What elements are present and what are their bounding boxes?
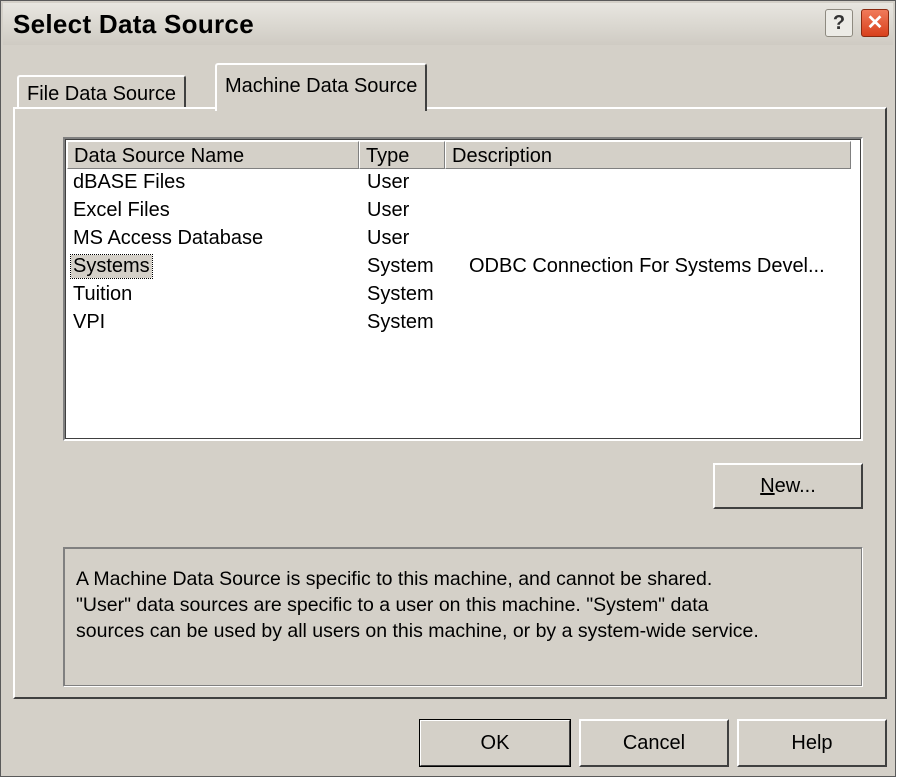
data-source-description: ODBC Connection For Systems Devel...	[469, 255, 825, 277]
help-question-icon[interactable]: ?	[825, 9, 853, 37]
cancel-button[interactable]: Cancel	[579, 719, 729, 767]
column-header-data-source-name[interactable]: Data Source Name	[67, 141, 359, 169]
data-source-name: Tuition	[73, 283, 133, 305]
data-source-type: User	[367, 227, 410, 249]
explanation-box: A Machine Data Source is specific to thi…	[63, 547, 863, 687]
data-source-type: System	[367, 283, 434, 305]
new-button[interactable]: New...	[713, 463, 863, 509]
new-button-mnemonic: N	[760, 475, 775, 497]
help-button[interactable]: Help	[737, 719, 887, 767]
title-bar[interactable]: Select Data Source ? ✕	[3, 3, 893, 45]
list-item[interactable]: VPI System	[67, 311, 857, 339]
list-item[interactable]: Excel Files User	[67, 199, 857, 227]
close-icon[interactable]: ✕	[861, 9, 889, 37]
explanation-line: sources can be used by all users on this…	[76, 620, 759, 642]
tab-file-data-source[interactable]: File Data Source	[17, 75, 186, 107]
explanation-line: "User" data sources are specific to a us…	[76, 594, 709, 616]
list-item-selected[interactable]: Systems System ODBC Connection For Syste…	[67, 254, 857, 283]
data-source-type: System	[367, 255, 434, 277]
column-header-type[interactable]: Type	[359, 141, 445, 169]
data-source-list[interactable]: Data Source Name Type Description dBASE …	[63, 137, 863, 441]
list-item[interactable]: MS Access Database User	[67, 227, 857, 255]
machine-data-source-panel: Data Source Name Type Description dBASE …	[13, 107, 887, 699]
dialog-title: Select Data Source	[13, 9, 254, 39]
column-header-description[interactable]: Description	[445, 141, 851, 169]
data-source-type: User	[367, 199, 410, 221]
select-data-source-dialog: Select Data Source ? ✕ File Data Source …	[0, 0, 896, 777]
data-source-type: System	[367, 311, 434, 333]
list-item[interactable]: dBASE Files User	[67, 171, 857, 199]
data-source-name: Systems	[70, 254, 153, 279]
explanation-line: A Machine Data Source is specific to thi…	[76, 568, 713, 590]
list-item[interactable]: Tuition System	[67, 283, 857, 311]
tab-machine-data-source[interactable]: Machine Data Source	[215, 63, 428, 111]
data-source-type: User	[367, 171, 410, 193]
new-button-label: ew...	[774, 475, 816, 497]
data-source-name: VPI	[73, 311, 106, 333]
data-source-name: Excel Files	[73, 199, 170, 221]
data-source-name: MS Access Database	[73, 227, 264, 249]
ok-button[interactable]: OK	[419, 719, 571, 767]
data-source-name: dBASE Files	[73, 171, 186, 193]
